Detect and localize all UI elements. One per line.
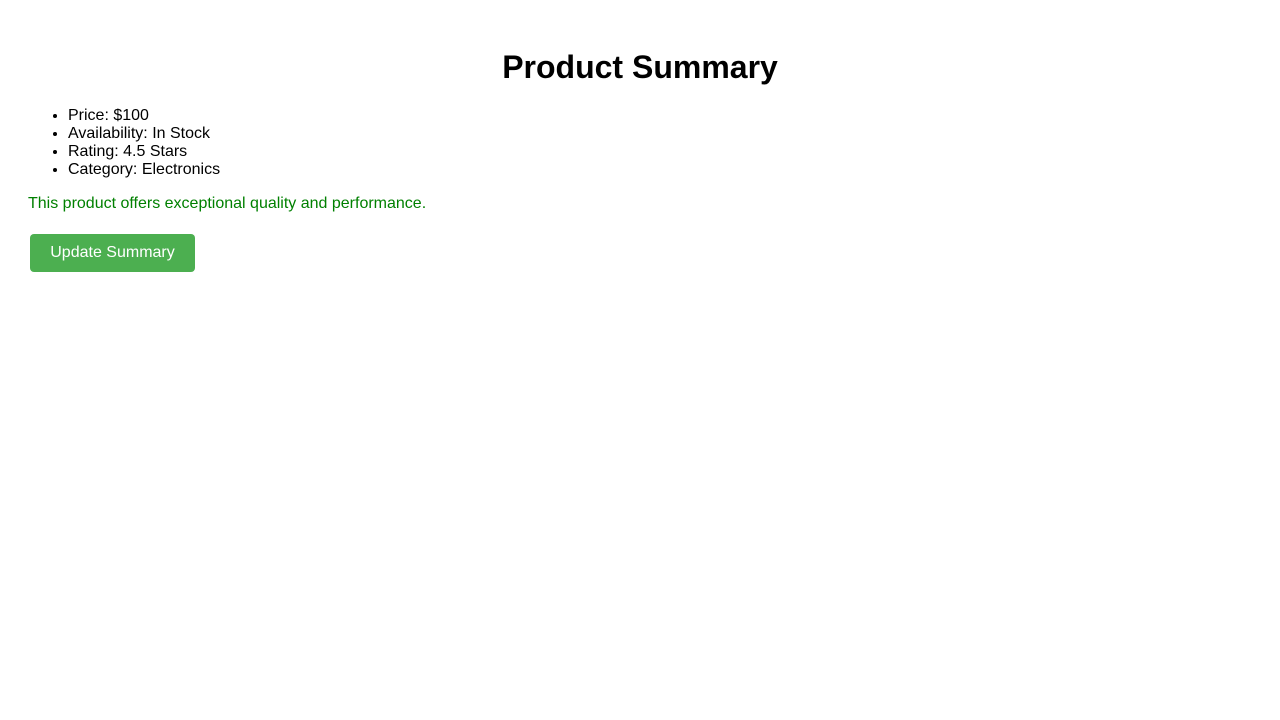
product-summary-page: Product Summary Price: $100 Availability… (0, 0, 1280, 720)
product-details-list: Price: $100 Availability: In Stock Ratin… (28, 107, 220, 179)
detail-availability: Availability: In Stock (68, 125, 220, 143)
detail-price: Price: $100 (68, 107, 220, 125)
page-title: Product Summary (502, 49, 778, 85)
detail-category: Category: Electronics (68, 161, 220, 179)
summary-text: This product offers exceptional quality … (28, 195, 427, 212)
detail-rating: Rating: 4.5 Stars (68, 143, 220, 161)
update-summary-button[interactable]: Update Summary (30, 234, 195, 272)
